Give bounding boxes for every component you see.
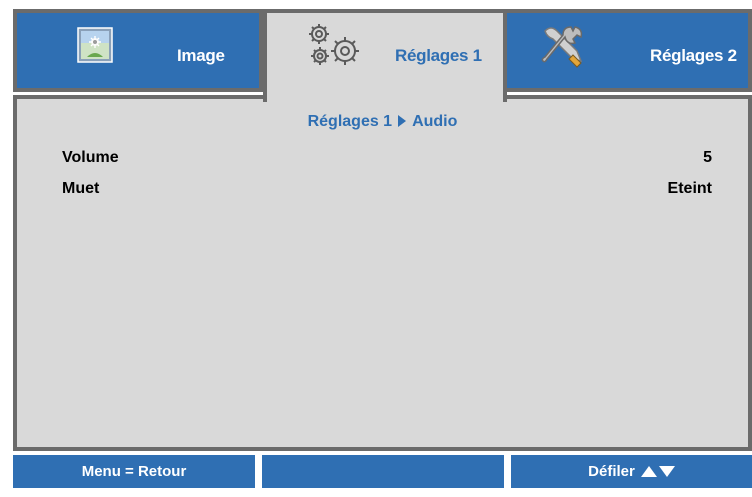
- arrow-up-icon: [640, 466, 657, 477]
- tab-reglages1-label: Réglages 1: [395, 46, 482, 65]
- tab-reglages2[interactable]: Réglages 2: [503, 9, 752, 92]
- tab-image[interactable]: Image: [13, 9, 263, 92]
- footer-scroll: Défiler: [511, 455, 752, 488]
- gears-icon: [305, 21, 365, 76]
- tab-image-label: Image: [177, 46, 225, 65]
- content-panel: Réglages 1 Audio Volume 5 Muet Eteint: [13, 95, 752, 451]
- breadcrumb: Réglages 1 Audio: [17, 113, 748, 131]
- breadcrumb-current: Audio: [412, 113, 458, 130]
- setting-label: Muet: [62, 180, 100, 197]
- arrow-down-icon: [658, 466, 675, 477]
- setting-label: Volume: [62, 149, 119, 166]
- footer-middle: [262, 455, 504, 488]
- setting-row-volume[interactable]: Volume 5: [62, 149, 712, 173]
- setting-row-muet[interactable]: Muet Eteint: [62, 180, 712, 204]
- setting-value: 5: [703, 149, 712, 166]
- setting-value: Eteint: [667, 180, 712, 197]
- tab-reglages2-label: Réglages 2: [650, 46, 737, 65]
- footer-menu-return: Menu = Retour: [13, 455, 255, 488]
- breadcrumb-arrow-icon: [398, 115, 407, 127]
- footer-left-label: Menu = Retour: [81, 463, 187, 480]
- image-icon: [77, 27, 113, 68]
- footer-right-label: Défiler: [588, 463, 635, 480]
- tab-reglages1[interactable]: Réglages 1: [263, 9, 507, 102]
- breadcrumb-parent: Réglages 1: [307, 113, 393, 130]
- tools-icon: [537, 21, 587, 76]
